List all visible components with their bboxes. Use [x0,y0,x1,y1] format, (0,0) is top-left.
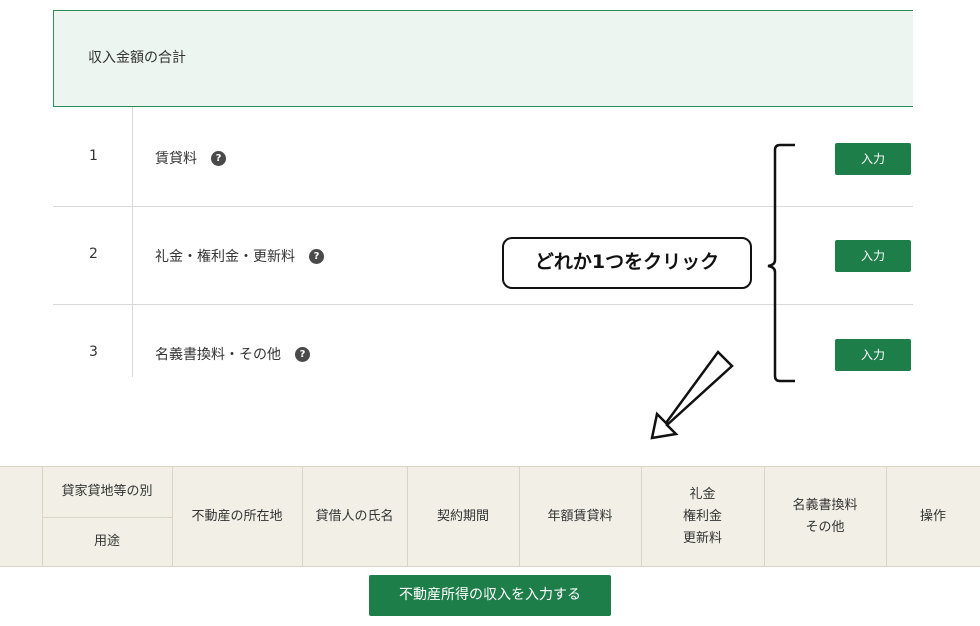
bracket-icon [767,143,795,383]
column-header-annual-rent: 年額賃貸料 [547,509,613,524]
arrow-down-left-icon [650,350,734,440]
column-header-key-money-1: 礼金 [689,487,716,502]
cell-divider [42,517,172,518]
column-header-transfer-fee-2: その他 [805,520,845,535]
column-header-type: 貸家貸地等の別 [61,484,153,499]
column-header-key-money-3: 更新料 [682,531,722,546]
column-header-action: 操作 [919,509,946,524]
column-header-transfer-fee-1: 名義書換料 [792,498,858,513]
column-header-period: 契約期間 [436,509,489,524]
column-header-use: 用途 [93,534,120,549]
column-header-tenant: 貸借人の氏名 [315,509,394,524]
callout-annotation: どれか1つをクリック [502,237,752,289]
enter-real-estate-income-button[interactable]: 不動産所得の収入を入力する [369,575,611,616]
column-header-location: 不動産の所在地 [191,509,283,524]
column-header-key-money-2: 権利金 [682,509,722,524]
